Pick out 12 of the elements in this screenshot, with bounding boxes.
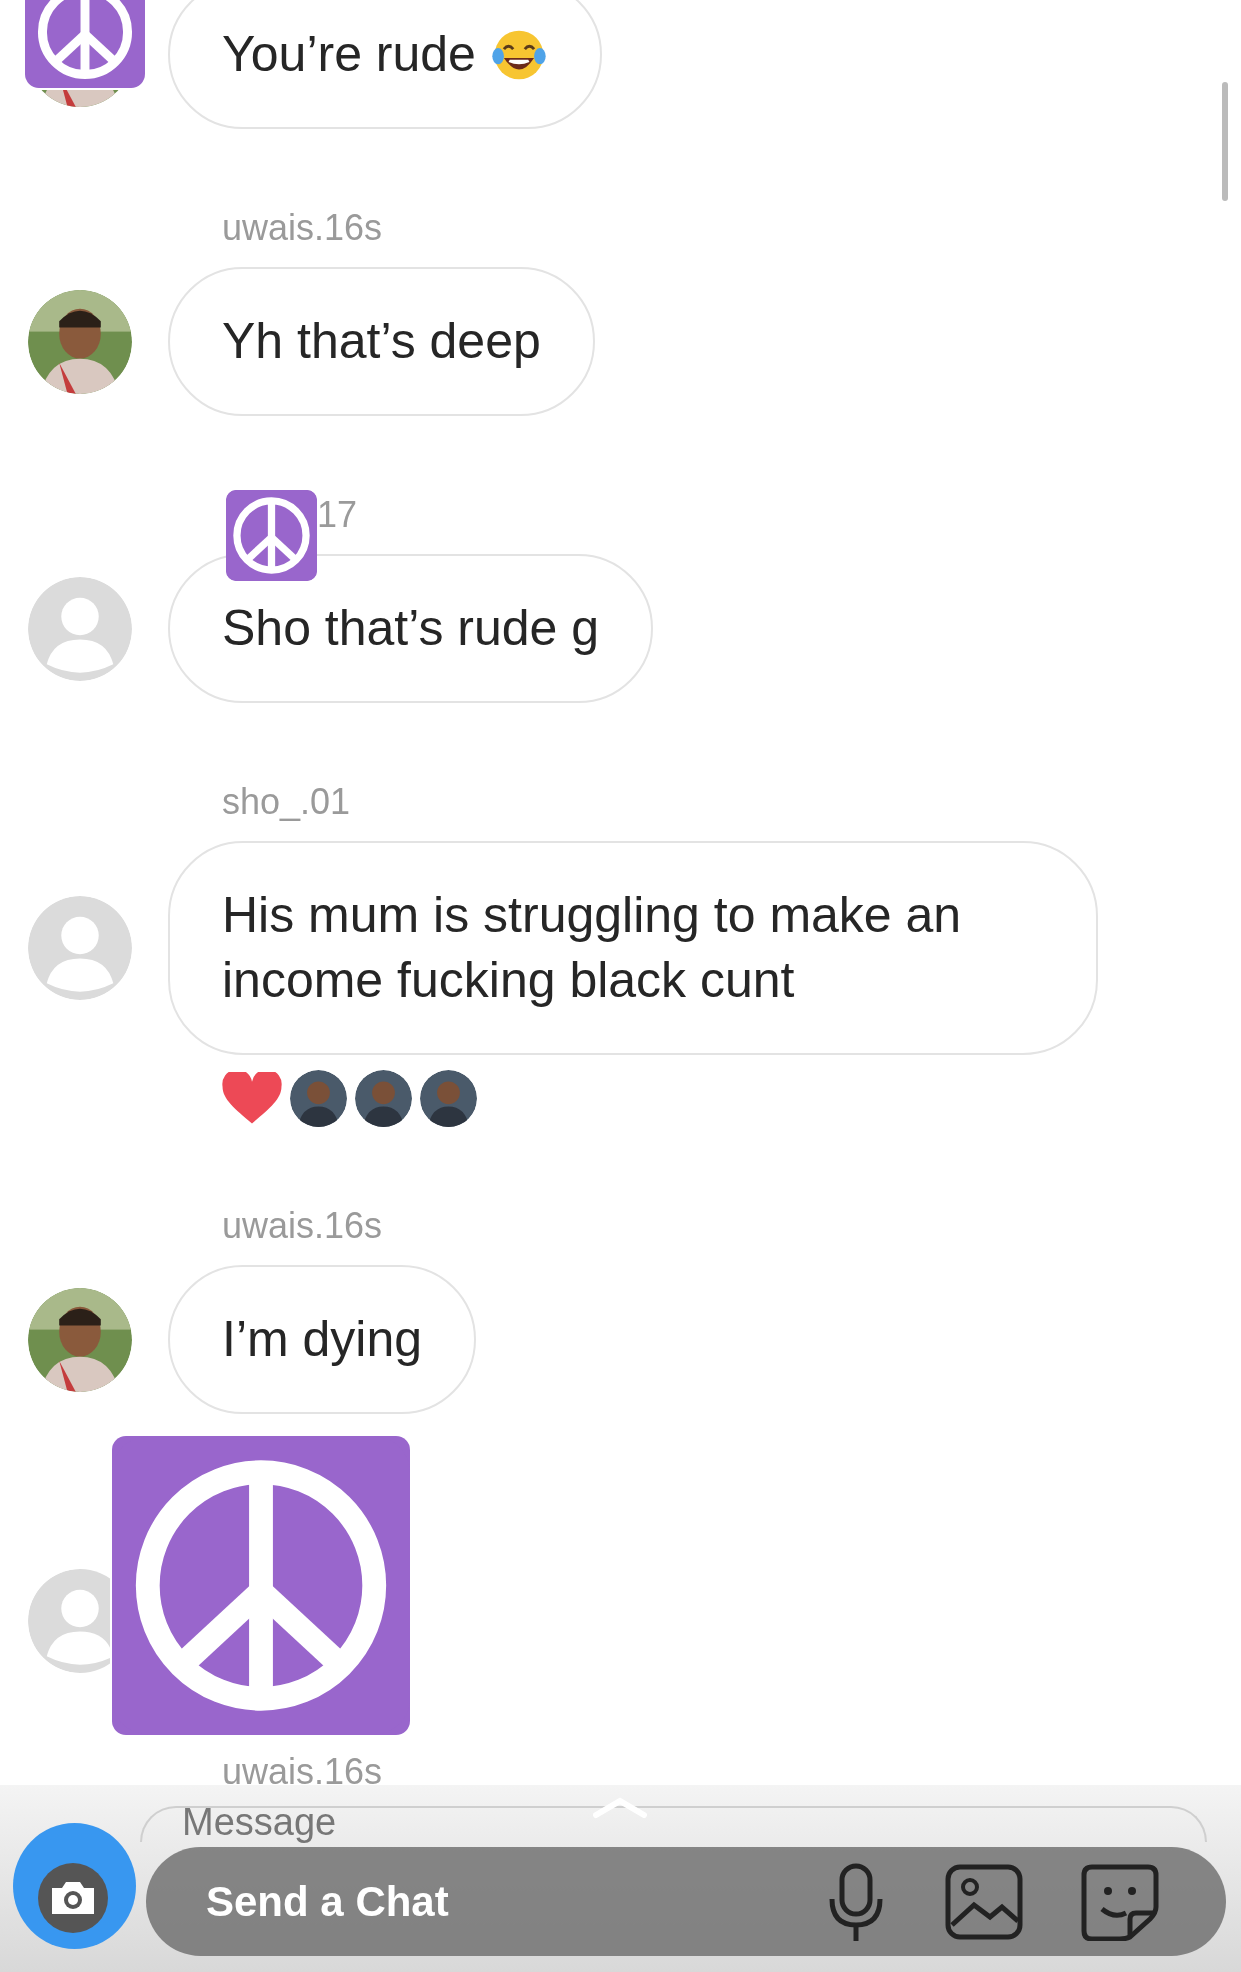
message-bubble: Yh that’s deep xyxy=(168,267,595,416)
username: uwais.16s xyxy=(222,206,383,250)
username: uwais.16s xyxy=(222,1204,383,1248)
message-bubble: Sho that’s rude g xyxy=(168,554,654,703)
message-bubble: I’m dying xyxy=(168,1265,477,1414)
chat-input-bar[interactable]: Send a Chat xyxy=(146,1847,1226,1956)
message-bubble: His mum is struggling to make an income fucking black cunt xyxy=(168,841,1098,1055)
username: sho_.01 xyxy=(222,780,351,824)
username: uwais.16s xyxy=(222,1750,383,1794)
username: 17 xyxy=(317,493,358,537)
message-placeholder: Message xyxy=(182,1803,337,1841)
message-bubble: You’re rude xyxy=(168,0,602,129)
